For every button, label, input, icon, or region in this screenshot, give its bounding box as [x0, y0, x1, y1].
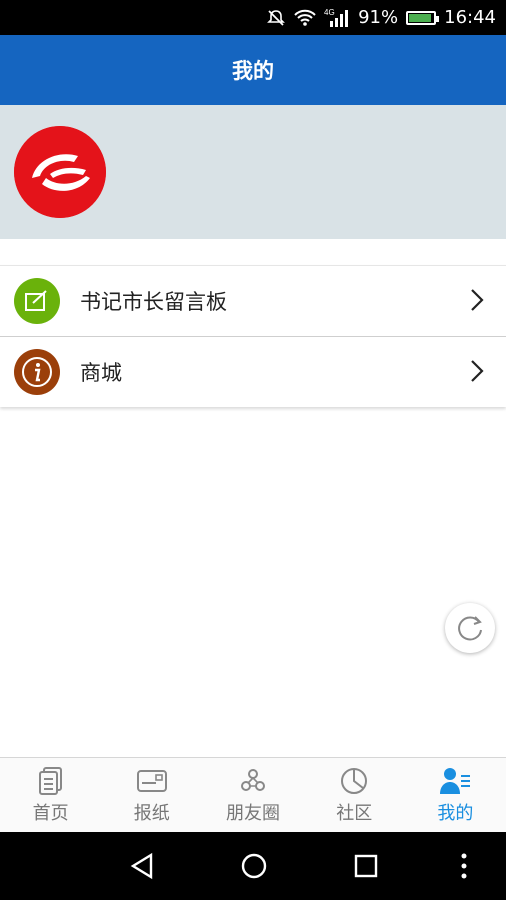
- signal-icon: 4G: [324, 7, 350, 29]
- chevron-right-icon: [470, 288, 484, 316]
- document-icon: [35, 765, 67, 797]
- clock: 16:44: [444, 7, 496, 28]
- tab-label: 朋友圈: [226, 803, 280, 824]
- pie-chart-icon: [338, 765, 370, 797]
- edit-note-icon: [14, 278, 60, 324]
- refresh-button[interactable]: [445, 603, 495, 653]
- app-logo-icon: [14, 126, 106, 218]
- refresh-icon: [458, 616, 482, 641]
- chevron-right-icon: [470, 359, 484, 387]
- network-label: 4G: [324, 8, 335, 17]
- tab-home[interactable]: 首页: [0, 758, 101, 833]
- tab-label: 首页: [32, 803, 69, 824]
- profile-section: [0, 105, 506, 239]
- tab-mine[interactable]: 我的: [405, 758, 506, 833]
- avatar[interactable]: [14, 126, 106, 218]
- tab-newspaper[interactable]: 报纸: [101, 758, 202, 833]
- recents-button[interactable]: [346, 832, 386, 900]
- tab-community[interactable]: 社区: [304, 758, 405, 833]
- battery-icon: [406, 10, 440, 25]
- home-button[interactable]: [234, 832, 274, 900]
- home-circle-icon: [241, 853, 267, 879]
- battery-percent: 91%: [358, 7, 399, 28]
- tab-label: 社区: [336, 803, 373, 824]
- tab-label: 我的: [437, 803, 474, 824]
- system-nav-bar: [0, 832, 506, 900]
- wifi-icon: [294, 9, 316, 27]
- back-triangle-icon: [130, 852, 153, 880]
- recents-square-icon: [354, 854, 378, 878]
- newspaper-icon: [136, 765, 168, 797]
- menu-item-label: 书记市长留言板: [80, 290, 227, 314]
- status-bar: 4G 91% 16:44: [0, 0, 506, 35]
- tab-label: 报纸: [133, 803, 170, 824]
- page-title: 我的: [232, 59, 274, 83]
- app-header: 我的: [0, 35, 506, 105]
- more-vert-icon: [461, 853, 467, 879]
- back-button[interactable]: [122, 832, 162, 900]
- menu-list: 书记市长留言板 商城: [0, 265, 506, 407]
- menu-item-label: 商城: [80, 361, 122, 385]
- info-icon: [14, 349, 60, 395]
- tab-friends-circle[interactable]: 朋友圈: [202, 758, 303, 833]
- overflow-menu-button[interactable]: [452, 832, 476, 900]
- friends-circle-icon: [237, 765, 269, 797]
- menu-item-mall[interactable]: 商城: [0, 336, 506, 407]
- bottom-tab-bar: 首页 报纸 朋友圈 社区 我的: [0, 757, 506, 833]
- mute-icon: [266, 8, 286, 28]
- user-list-icon: [439, 765, 471, 797]
- menu-item-message-board[interactable]: 书记市长留言板: [0, 266, 506, 336]
